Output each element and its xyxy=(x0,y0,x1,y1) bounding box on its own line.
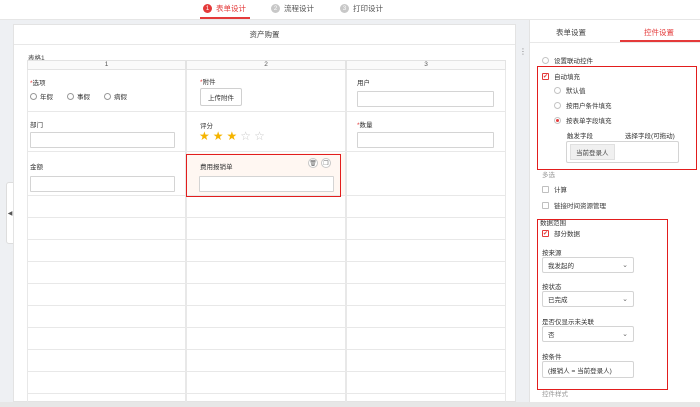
table-cell[interactable] xyxy=(27,262,186,284)
table-cell[interactable] xyxy=(27,350,186,372)
active-tab-underline xyxy=(620,40,700,42)
leave-type-radio-group[interactable]: 年假 事假 病假 xyxy=(30,91,127,101)
calc-row[interactable]: 计算 xyxy=(542,184,567,194)
table-cell[interactable] xyxy=(186,372,346,394)
table-cell[interactable]: *附件 上传附件 xyxy=(186,70,346,112)
table-cell[interactable] xyxy=(186,240,346,262)
star-filled-icon: ★ xyxy=(212,129,224,143)
table-cell[interactable] xyxy=(186,350,346,372)
table-cell[interactable] xyxy=(346,350,506,372)
table-cell[interactable] xyxy=(186,218,346,240)
table-cell[interactable] xyxy=(27,306,186,328)
star-empty-icon: ☆ xyxy=(254,129,265,143)
field-label: 金额 xyxy=(30,164,43,171)
step-form-design[interactable]: 1 表单设计 xyxy=(203,3,246,14)
step-label: 打印设计 xyxy=(353,4,383,13)
table-cell[interactable] xyxy=(186,306,346,328)
table-cell[interactable] xyxy=(346,284,506,306)
more-vertical-icon[interactable]: ⋮ xyxy=(519,47,527,56)
quantity-input[interactable] xyxy=(357,132,494,148)
table-cell[interactable] xyxy=(346,218,506,240)
table-cell[interactable]: 金额 xyxy=(27,152,186,196)
tab-form-settings[interactable]: 表单设置 xyxy=(556,27,586,38)
table-cell[interactable]: 评分 ★ ★ ★ ☆ ☆ xyxy=(186,112,346,152)
radio-option[interactable]: 病假 xyxy=(104,91,127,101)
column-header: 3 xyxy=(346,60,506,70)
table-cell[interactable] xyxy=(186,196,346,218)
active-step-underline xyxy=(200,17,250,19)
rating-stars[interactable]: ★ ★ ★ ☆ ☆ xyxy=(199,130,265,142)
star-filled-icon: ★ xyxy=(226,129,238,143)
table-cell[interactable] xyxy=(186,262,346,284)
tabs-divider xyxy=(530,42,700,43)
chevron-left-icon: ◀ xyxy=(7,210,13,217)
amount-input[interactable] xyxy=(30,176,175,192)
step-label: 表单设计 xyxy=(216,4,246,13)
radio-circle-icon[interactable] xyxy=(542,56,549,64)
checkbox-icon[interactable] xyxy=(542,185,549,193)
step-number: 2 xyxy=(271,4,280,13)
column-header: 2 xyxy=(186,60,346,70)
star-empty-icon: ☆ xyxy=(240,129,252,143)
highlight-box-expense-cell xyxy=(186,154,341,197)
table-cell[interactable] xyxy=(27,328,186,350)
table-cell[interactable]: 部门 xyxy=(27,112,186,152)
step-flow-design[interactable]: 2 流程设计 xyxy=(271,3,314,14)
highlight-box-data-scope xyxy=(537,219,668,390)
radio-circle-icon xyxy=(104,92,111,100)
link-time-row[interactable]: 链接时间资源管理 xyxy=(542,200,606,210)
table-cell[interactable]: *数量 xyxy=(346,112,506,152)
department-input[interactable] xyxy=(30,132,175,148)
table-cell[interactable]: 用户 xyxy=(346,70,506,112)
field-label: 用户 xyxy=(357,80,370,87)
table-cell[interactable] xyxy=(346,240,506,262)
radio-circle-icon xyxy=(67,92,74,100)
table-cell[interactable] xyxy=(346,372,506,394)
table-cell[interactable] xyxy=(186,284,346,306)
radio-option[interactable]: 年假 xyxy=(30,91,53,101)
user-input[interactable] xyxy=(357,91,494,107)
steps-bar: 1 表单设计 2 流程设计 3 打印设计 xyxy=(0,0,700,20)
radio-option[interactable]: 事假 xyxy=(67,91,90,101)
table-cell[interactable] xyxy=(27,196,186,218)
field-label: *选项 xyxy=(30,80,46,87)
table-cell[interactable] xyxy=(27,372,186,394)
table-cell[interactable] xyxy=(346,262,506,284)
link-control-row[interactable]: 设置联动控件 xyxy=(542,55,593,65)
bottom-bar xyxy=(0,402,700,407)
form-canvas: 资产购置 表格1 1 2 3 *选项 年假 事假 病假 *附件 上传附件 用户 … xyxy=(13,24,516,407)
field-label: 部门 xyxy=(30,122,43,129)
table-cell[interactable] xyxy=(346,328,506,350)
tab-control-settings[interactable]: 控件设置 xyxy=(644,27,674,38)
step-number: 1 xyxy=(203,4,212,13)
table-cell[interactable] xyxy=(27,284,186,306)
table-cell[interactable] xyxy=(186,328,346,350)
table-cell[interactable] xyxy=(27,240,186,262)
table-cell[interactable] xyxy=(27,218,186,240)
form-title: 资产购置 xyxy=(14,25,515,45)
table-cell[interactable]: *选项 年假 事假 病假 xyxy=(27,70,186,112)
table-cell[interactable] xyxy=(346,196,506,218)
star-filled-icon: ★ xyxy=(199,129,210,143)
step-print-design[interactable]: 3 打印设计 xyxy=(340,3,383,14)
table-cell[interactable] xyxy=(346,152,506,196)
field-label: *数量 xyxy=(357,122,373,129)
upload-button[interactable]: 上传附件 xyxy=(200,88,242,106)
radio-circle-icon xyxy=(30,92,37,100)
step-number: 3 xyxy=(340,4,349,13)
form-table: 1 2 3 *选项 年假 事假 病假 *附件 上传附件 用户 部门 评分 ★ ★… xyxy=(27,60,521,407)
step-label: 流程设计 xyxy=(284,4,314,13)
checkbox-icon[interactable] xyxy=(542,201,549,209)
column-header: 1 xyxy=(27,60,186,70)
multi-select-label: 多选 xyxy=(542,172,555,179)
field-label: *附件 xyxy=(200,79,216,86)
table-cell[interactable] xyxy=(346,306,506,328)
highlight-box-auto-fill xyxy=(537,66,697,170)
